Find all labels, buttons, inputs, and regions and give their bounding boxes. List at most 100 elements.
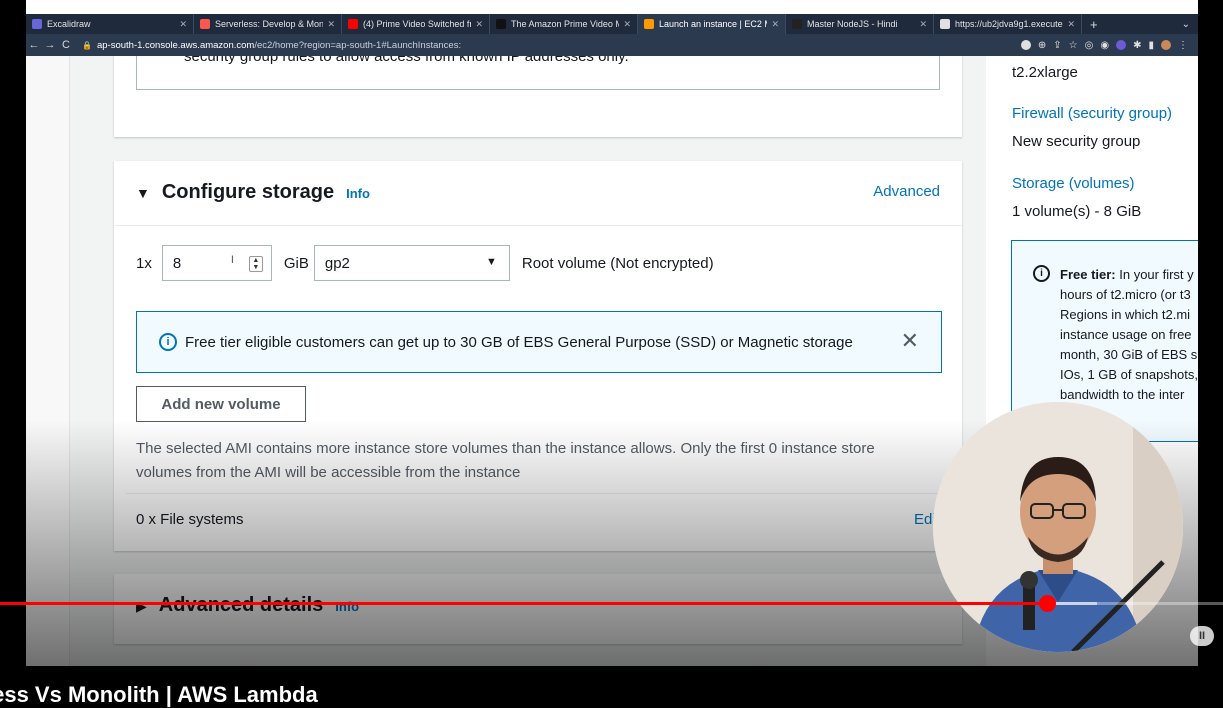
volume-size-value: 8 [172, 254, 182, 272]
browser-tab[interactable]: Serverless: Develop & Monitor✕ [194, 14, 342, 34]
volume-count-label: 1x [136, 254, 152, 272]
info-icon: i [1033, 265, 1050, 282]
storage-value: 1 volume(s) - 8 GiB [1012, 203, 1142, 220]
url-field[interactable]: 🔒 ap-south-1.console.aws.amazon.com /ec2… [82, 40, 1021, 51]
favicon-icon [496, 19, 506, 29]
progress-played [0, 602, 1047, 605]
close-tab-icon[interactable]: ✕ [179, 19, 187, 30]
network-settings-panel: security group rules to allow access fro… [114, 56, 962, 137]
root-volume-label: Root volume (Not encrypted) [521, 254, 714, 272]
browser-tab[interactable]: (4) Prime Video Switched from ✕ [342, 14, 490, 34]
caret-down-icon[interactable]: ▼ [136, 185, 150, 201]
free-tier-line: instance usage on free [1060, 327, 1192, 342]
advanced-details-header[interactable]: ▶ Advanced details Info [136, 594, 359, 617]
advanced-details-panel: ▶ Advanced details Info [114, 574, 962, 644]
forward-icon[interactable]: → [42, 39, 58, 51]
volume-type-select[interactable]: gp2 ▼ [313, 245, 510, 281]
firewall-link[interactable]: Firewall (security group) [1012, 105, 1172, 122]
avatar[interactable] [1161, 39, 1171, 50]
stepper-icon[interactable]: ▲ ▼ [248, 256, 263, 272]
tab-label: (4) Prime Video Switched from [363, 19, 471, 29]
divider [114, 225, 962, 226]
menu-icon[interactable]: ⋮ [1178, 40, 1188, 51]
video-title: less Vs Monolith | AWS Lambda [0, 682, 318, 707]
text-cursor-icon: I [230, 254, 234, 266]
favicon-icon [940, 19, 950, 29]
close-tab-icon[interactable]: ✕ [919, 19, 927, 30]
volume-row: 1x 8 I ▲ ▼ GiB gp2 ▼ Root volume (Not enc… [136, 245, 714, 281]
free-tier-line: Free tier: In your first y [1060, 267, 1194, 282]
browser-tab[interactable]: The Amazon Prime Video Mono ✕ [490, 14, 638, 34]
free-tier-line: month, 30 GiB of EBS s [1060, 347, 1198, 362]
advanced-link[interactable]: Advanced [873, 183, 940, 200]
bookmark-star-icon[interactable]: ☆ [1069, 40, 1078, 51]
free-tier-alert: i Free tier eligible customers can get u… [136, 311, 942, 373]
ami-note: The selected AMI contains more instance … [136, 440, 875, 481]
security-group-warning: security group rules to allow access fro… [136, 56, 940, 90]
free-tier-line: hours of t2.micro (or t3 [1060, 287, 1191, 302]
close-tab-icon[interactable]: ✕ [771, 19, 779, 30]
favicon-icon [200, 19, 210, 29]
extension-icon[interactable]: ◉ [1100, 40, 1109, 51]
tab-label: Serverless: Develop & Monitor [215, 19, 324, 29]
info-icon: i [159, 333, 177, 351]
caret-right-icon[interactable]: ▶ [136, 598, 147, 615]
left-gutter [26, 56, 70, 666]
alert-text: Free tier eligible customers can get up … [185, 333, 853, 351]
address-bar: ← → C 🔒 ap-south-1.console.aws.amazon.co… [26, 34, 1198, 56]
add-volume-button[interactable]: Add new volume [136, 386, 306, 422]
security-group-note: security group rules to allow access fro… [184, 56, 629, 65]
close-tab-icon[interactable]: ✕ [623, 19, 631, 30]
puzzle-icon[interactable]: ✱ [1133, 40, 1141, 51]
reload-icon[interactable]: C [58, 39, 74, 51]
close-tab-icon[interactable]: ✕ [475, 19, 483, 30]
browser-tab[interactable]: Master NodeJS - Hindi ✕ [786, 14, 934, 34]
section-title: Configure storage [161, 181, 335, 203]
webcam-overlay [933, 402, 1183, 652]
tab-label: Launch an instance | EC2 Mana [659, 19, 767, 29]
storage-link[interactable]: Storage (volumes) [1012, 175, 1135, 192]
favicon-icon [32, 19, 42, 29]
sidepanel-icon[interactable]: ▮ [1148, 40, 1154, 51]
tab-label: Excalidraw [47, 19, 91, 29]
volume-size-input[interactable]: 8 I ▲ ▼ [161, 245, 272, 281]
browser-tab[interactable]: https://ub2jdva9g1.execute-ap ✕ [934, 14, 1082, 34]
instance-type-value: t2.2xlarge [1012, 64, 1078, 81]
share-icon[interactable]: ⇪ [1053, 40, 1061, 51]
close-icon[interactable]: ✕ [901, 328, 919, 354]
browser-tab-strip: Excalidraw✕Serverless: Develop & Monitor… [26, 14, 1198, 34]
free-tier-line: IOs, 1 GB of snapshots, [1060, 367, 1198, 382]
extension-icon[interactable] [1116, 39, 1127, 50]
scrubber-handle[interactable] [1039, 595, 1056, 612]
favicon-icon [792, 19, 802, 29]
volume-type-value: gp2 [324, 254, 350, 272]
storage-header[interactable]: ▼ Configure storage Info [136, 181, 370, 204]
url-path: /ec2/home?region=ap-south-1#LaunchInstan… [254, 39, 462, 51]
favicon-icon [348, 19, 358, 29]
favicon-icon [644, 19, 654, 29]
presenter-image [933, 402, 1183, 652]
pause-icon[interactable]: II [1190, 626, 1214, 646]
browser-tab[interactable]: Excalidraw ✕ [26, 14, 194, 34]
size-unit-label: GiB [283, 254, 309, 272]
free-tier-line: Regions in which t2.mi [1060, 307, 1191, 322]
tab-search-icon[interactable]: ⌄ [1182, 19, 1198, 30]
extension-icons: ⊕ ⇪ ☆ ◎ ◉ ✱ ▮ ⋮ [1020, 39, 1198, 51]
info-link[interactable]: Info [346, 186, 370, 201]
lock-icon: 🔒 [82, 40, 92, 50]
close-tab-icon[interactable]: ✕ [1067, 19, 1075, 30]
google-icon[interactable] [1020, 39, 1031, 50]
back-icon[interactable]: ← [26, 39, 42, 51]
zoom-icon[interactable]: ⊕ [1038, 40, 1046, 51]
dropdown-arrow-icon: ▼ [485, 256, 497, 268]
new-tab-icon[interactable]: + [1082, 17, 1106, 32]
extension-icon[interactable]: ◎ [1085, 40, 1094, 51]
tab-label: The Amazon Prime Video Mono [511, 19, 619, 29]
tab-label: Master NodeJS - Hindi [807, 19, 898, 29]
divider [126, 493, 962, 494]
section-title: Advanced details [158, 594, 324, 616]
close-tab-icon[interactable]: ✕ [327, 19, 335, 30]
firewall-value: New security group [1012, 133, 1141, 150]
browser-tab[interactable]: Launch an instance | EC2 Mana ✕ [638, 14, 786, 34]
configure-storage-panel: ▼ Configure storage Info Advanced 1x 8 I… [114, 161, 962, 551]
